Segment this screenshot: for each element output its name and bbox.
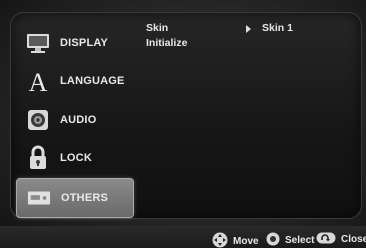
audio-icon	[26, 108, 50, 132]
arrow-right-icon	[246, 25, 251, 33]
options-panel: Skin Skin 1 Initialize	[140, 18, 355, 208]
sidebar-item-audio[interactable]: AUDIO	[16, 101, 132, 139]
select-button-icon	[266, 232, 280, 248]
sidebar-item-label: LOCK	[60, 152, 92, 164]
hint-label: Close	[341, 234, 366, 245]
dpad-icon	[212, 232, 228, 248]
sidebar-item-lock[interactable]: LOCK	[16, 139, 132, 177]
hint-select: Select	[266, 232, 314, 248]
sidebar-item-label: OTHERS	[61, 192, 109, 204]
return-button-icon	[316, 232, 336, 247]
sidebar-item-label: AUDIO	[60, 114, 97, 126]
option-label: Skin	[146, 22, 169, 34]
sidebar-item-label: LANGUAGE	[60, 75, 125, 87]
setup-category-sidebar: DISPLAY A LANGUAGE AUDIO LOCK OTHERS	[16, 18, 134, 218]
others-icon	[27, 186, 51, 210]
sidebar-item-display[interactable]: DISPLAY	[16, 24, 132, 62]
display-icon	[26, 31, 50, 55]
option-skin[interactable]: Skin	[146, 22, 168, 34]
language-icon: A	[26, 69, 50, 93]
setup-menu-screen: DISPLAY A LANGUAGE AUDIO LOCK OTHERS Ski…	[0, 0, 366, 248]
sidebar-item-others[interactable]: OTHERS	[16, 178, 134, 218]
hint-label: Move	[233, 236, 259, 247]
option-label: Initialize	[146, 37, 188, 49]
sidebar-item-language[interactable]: A LANGUAGE	[16, 62, 132, 100]
hint-label: Select	[285, 235, 315, 246]
option-skin-value[interactable]: Skin 1	[262, 22, 293, 34]
svg-text:A: A	[29, 69, 48, 93]
hint-move: Move	[212, 232, 259, 248]
hint-close: Close	[316, 232, 366, 247]
lock-icon	[26, 145, 50, 170]
sidebar-item-label: DISPLAY	[60, 37, 109, 49]
option-initialize[interactable]: Initialize	[146, 37, 187, 49]
